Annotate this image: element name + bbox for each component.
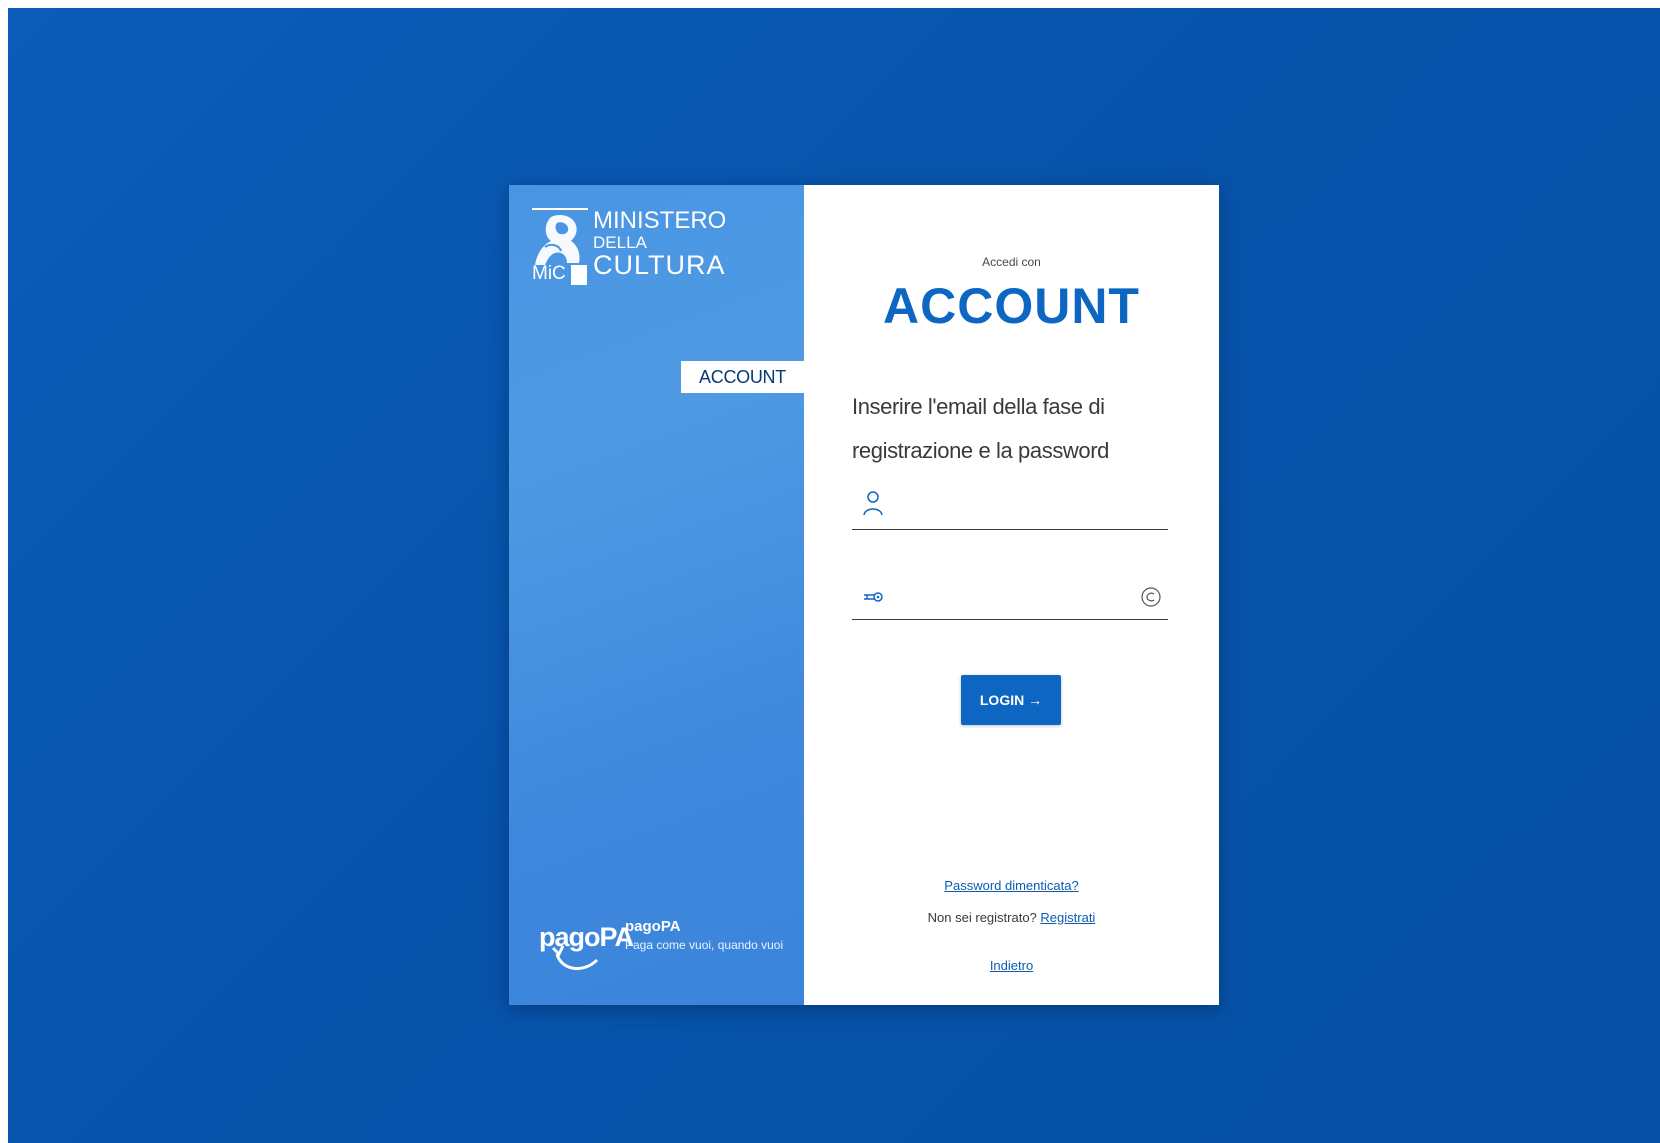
password-input[interactable] [892,581,1126,615]
forgot-password-link[interactable]: Password dimenticata? [944,878,1078,893]
brand-panel: MiC MINISTERO DELLA CULTURA ACCOUNT pago… [509,185,804,1005]
user-icon [863,491,883,516]
email-input[interactable] [892,491,1126,525]
login-title: ACCOUNT [883,278,1140,334]
accedi-label: Accedi con [982,255,1041,269]
register-link[interactable]: Registrati [1040,910,1095,925]
password-field [852,575,1168,620]
email-field [852,485,1168,530]
login-panel: Accedi con ACCOUNT Inserire l'email dell… [804,185,1219,1005]
login-button[interactable]: LOGIN → [961,675,1061,725]
instructions-line1: Inserire l'email della fase di [852,394,1105,419]
ministry-abbreviation: MiC [532,263,566,284]
ministry-name-line1: MINISTERO [593,207,727,234]
tab-account[interactable]: ACCOUNT [681,361,804,393]
pagopa-swoosh-icon [551,945,599,970]
page-background: MiC MINISTERO DELLA CULTURA ACCOUNT pago… [8,8,1660,1143]
back-link[interactable]: Indietro [990,958,1033,973]
login-instructions: Inserire l'email della fase di registraz… [852,385,1152,473]
login-card: MiC MINISTERO DELLA CULTURA ACCOUNT pago… [509,185,1219,1005]
show-password-icon[interactable] [1140,586,1162,608]
pagopa-branding: pagoPA pagoPA Paga come vuoi, quando vuo… [539,918,789,978]
key-icon [864,592,883,602]
ministry-name: MINISTERO DELLA CULTURA [593,207,726,279]
ministry-name-line2: DELLA [593,233,647,252]
ministry-name-line3: CULTURA [593,250,726,280]
instructions-line2: registrazione e la password [852,438,1110,463]
ministry-logo: MiC MINISTERO DELLA CULTURA [531,207,726,287]
register-row: Non sei registrato? Registrati [804,910,1219,925]
pagopa-name: pagoPA [625,918,681,935]
not-registered-text: Non sei registrato? [927,910,1041,925]
pagopa-tagline: Paga come vuoi, quando vuoi [625,938,784,952]
back-row: Indietro [804,958,1219,973]
pagopa-logo: pagoPA [539,918,634,978]
forgot-password-row: Password dimenticata? [804,878,1219,893]
